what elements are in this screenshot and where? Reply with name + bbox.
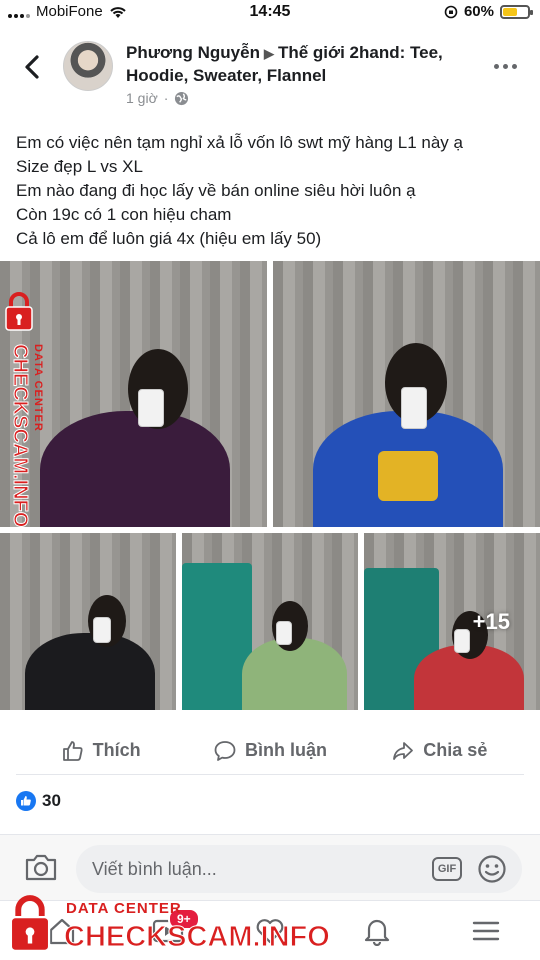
photo-2[interactable]	[273, 261, 540, 527]
comment-bar: GIF	[0, 834, 540, 900]
globe-icon	[175, 91, 189, 105]
back-button[interactable]	[18, 52, 46, 82]
watermark-tag: DATA CENTER	[66, 900, 182, 917]
avatar[interactable]	[63, 41, 113, 91]
comment-label: Bình luận	[244, 740, 327, 760]
battery-icon	[500, 4, 533, 19]
watermark-tag: DATA CENTER	[32, 344, 44, 432]
phone-image	[93, 617, 111, 643]
post-line: Em nào đang đi học lấy về bán online siê…	[16, 181, 416, 200]
battery-percent: 60%	[463, 3, 494, 20]
meta-separator: ·	[163, 90, 169, 106]
post-line: Em có việc nên tạm nghỉ xả lỗ vốn lô swt…	[16, 133, 463, 152]
reaction-summary[interactable]: 30	[16, 791, 61, 811]
black-sweater	[25, 633, 155, 710]
share-arrow-icon	[393, 741, 414, 760]
share-button[interactable]: Chia sẻ	[355, 727, 524, 774]
comment-button[interactable]: Bình luận	[185, 727, 354, 774]
watermark-brand: CHECKSCAM.INFO	[64, 921, 331, 954]
post-actions: Thích Bình luận Chia sẻ	[16, 727, 524, 775]
post-author-line: Phương Nguyễn ▶ Thế giới 2hand: Tee, Hoodi…	[126, 42, 466, 87]
camera-icon[interactable]	[24, 852, 58, 882]
like-button[interactable]: Thích	[16, 727, 185, 774]
post-time[interactable]: 1 giờ	[126, 90, 158, 106]
reaction-count: 30	[42, 791, 61, 810]
author-name[interactable]: Phương Nguyễn	[126, 43, 260, 62]
photo-5[interactable]: +15	[364, 533, 540, 710]
phone-image	[138, 389, 164, 427]
phone-image	[454, 629, 470, 653]
photo-4[interactable]	[182, 533, 358, 710]
nav-menu[interactable]	[466, 913, 506, 949]
gif-button[interactable]: GIF	[432, 857, 462, 881]
post-meta: 1 giờ ·	[126, 90, 189, 106]
photo-3[interactable]	[0, 533, 176, 710]
watermark-vertical: CHECKSCAM.INFO DATA CENTER	[8, 343, 45, 544]
lock-icon	[9, 895, 51, 952]
more-photos-count[interactable]: +15	[473, 609, 510, 635]
nav-notifications[interactable]	[357, 913, 397, 949]
battery-fill	[503, 7, 518, 16]
post-line: Cả lô em để luôn giá 4x (hiệu em lấy 50)	[16, 229, 322, 248]
status-right: 60%	[444, 3, 533, 20]
orientation-lock-icon	[444, 5, 458, 18]
smiley-icon[interactable]	[477, 854, 507, 884]
post-line: Size đẹp L vs XL	[16, 157, 143, 176]
purple-sweater	[40, 411, 230, 527]
bell-icon	[364, 919, 390, 946]
share-label: Chia sẻ	[423, 740, 488, 760]
phone-image	[401, 387, 427, 429]
comment-bubble-icon	[214, 740, 236, 761]
more-options-button[interactable]	[494, 60, 518, 72]
post-text: Em có việc nên tạm nghỉ xả lỗ vốn lô swt…	[16, 131, 526, 251]
sweater-print	[378, 451, 438, 501]
watermark-brand: CHECKSCAM.INFO	[9, 343, 32, 528]
status-bar: MobiFone 14:45 60%	[0, 0, 540, 26]
post-line: Còn 19c có 1 con hiệu cham	[16, 205, 232, 224]
phone-image	[276, 621, 292, 645]
hamburger-menu-icon	[472, 921, 500, 941]
thumbs-up-icon	[62, 740, 83, 761]
arrow-right-icon: ▶	[263, 46, 274, 61]
like-reaction-icon	[16, 791, 36, 811]
lock-icon	[5, 292, 33, 331]
like-label: Thích	[92, 740, 141, 760]
